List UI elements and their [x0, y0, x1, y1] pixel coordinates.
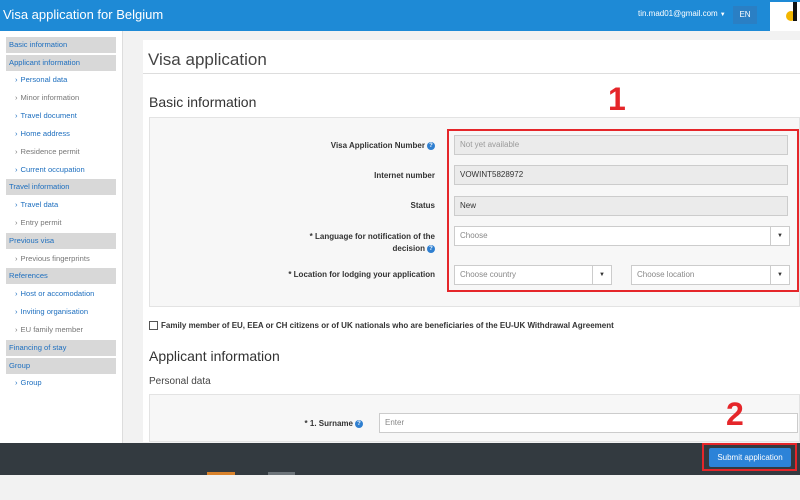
- language-selector[interactable]: EN: [733, 6, 757, 24]
- sidebar-item-personal-data[interactable]: › Personal data: [6, 72, 116, 88]
- sidebar-item-applicant-information[interactable]: Applicant information: [6, 55, 116, 71]
- chevron-right-icon: ›: [15, 129, 18, 138]
- family-member-checkbox-label: Family member of EU, EEA or CH citizens …: [161, 321, 614, 330]
- sidebar-item-travel-document[interactable]: › Travel document: [6, 108, 116, 124]
- chevron-right-icon: ›: [15, 289, 18, 298]
- bottom-action-bar: [0, 443, 800, 475]
- help-icon[interactable]: ?: [427, 141, 435, 150]
- help-icon[interactable]: ?: [355, 419, 363, 428]
- language-notification-label: * Language for notification of the decisi…: [283, 231, 435, 255]
- sidebar-item-label: Residence permit: [20, 147, 80, 156]
- sidebar-item-eu-family-member[interactable]: › EU family member: [6, 322, 116, 338]
- sidebar: Basic information Applicant information …: [0, 31, 123, 443]
- app-title: Visa application for Belgium: [3, 7, 164, 22]
- sidebar-item-label: Travel document: [20, 111, 77, 120]
- sidebar-item-label: Host or accomodation: [20, 289, 95, 298]
- sidebar-item-label: Entry permit: [20, 218, 62, 227]
- chevron-right-icon: ›: [15, 307, 18, 316]
- sidebar-item-host-accomodation[interactable]: › Host or accomodation: [6, 286, 116, 302]
- sidebar-item-label: Personal data: [20, 75, 68, 84]
- sidebar-item-label: Travel information: [9, 182, 70, 191]
- sidebar-item-label: Inviting organisation: [20, 307, 89, 316]
- sidebar-item-minor-information[interactable]: › Minor information: [6, 90, 116, 106]
- user-email: tin.mad01@gmail.com: [638, 9, 718, 18]
- brand-logo: [770, 2, 800, 31]
- sidebar-item-previous-fingerprints[interactable]: › Previous fingerprints: [6, 251, 116, 267]
- language-label-line1: * Language for notification of the: [309, 232, 435, 241]
- sidebar-item-label: Group: [9, 361, 31, 370]
- chevron-right-icon: ›: [15, 111, 18, 120]
- page-title: Visa application: [148, 50, 267, 69]
- sidebar-item-residence-permit[interactable]: › Residence permit: [6, 144, 116, 160]
- sidebar-item-entry-permit[interactable]: › Entry permit: [6, 215, 116, 231]
- sidebar-item-label: Travel data: [20, 200, 59, 209]
- applicant-information-heading: Applicant information: [149, 348, 280, 364]
- location-lodging-label: * Location for lodging your application: [288, 270, 435, 279]
- sidebar-item-label: Current occupation: [20, 165, 85, 174]
- chevron-right-icon: ›: [15, 75, 18, 84]
- sidebar-item-current-occupation[interactable]: › Current occupation: [6, 162, 116, 178]
- sidebar-item-label: EU family member: [20, 325, 83, 334]
- sidebar-item-group-sub[interactable]: › Group: [6, 375, 116, 391]
- help-icon[interactable]: ?: [427, 244, 435, 253]
- sidebar-item-basic-information[interactable]: Basic information: [6, 37, 116, 53]
- chevron-right-icon: ›: [15, 254, 18, 263]
- chevron-right-icon: ›: [15, 165, 18, 174]
- submit-application-button[interactable]: Submit application: [709, 448, 791, 467]
- surname-label-text: * 1. Surname: [304, 419, 353, 428]
- status-label: Status: [410, 201, 435, 210]
- main-content: Visa application Basic information Visa …: [143, 40, 800, 442]
- chevron-right-icon: ›: [15, 93, 18, 102]
- title-divider: [143, 73, 800, 74]
- sidebar-item-travel-data[interactable]: › Travel data: [6, 197, 116, 213]
- sidebar-item-label: Home address: [20, 129, 70, 138]
- personal-data-heading: Personal data: [149, 376, 211, 387]
- sidebar-item-label: References: [9, 271, 48, 280]
- user-menu[interactable]: tin.mad01@gmail.com ▼: [638, 9, 726, 18]
- sidebar-item-inviting-organisation[interactable]: › Inviting organisation: [6, 304, 116, 320]
- sidebar-item-previous-visa[interactable]: Previous visa: [6, 233, 116, 249]
- visa-number-label: Visa Application Number?: [293, 141, 435, 150]
- annotation-number-2: 2: [726, 396, 744, 432]
- page-footer: [0, 475, 800, 500]
- basic-information-heading: Basic information: [149, 94, 257, 110]
- sidebar-item-label: Basic information: [9, 40, 68, 49]
- sidebar-item-group[interactable]: Group: [6, 358, 116, 374]
- visa-number-label-text: Visa Application Number: [330, 141, 425, 150]
- top-bar: Visa application for Belgium tin.mad01@g…: [0, 0, 800, 31]
- sidebar-item-label: Financing of stay: [9, 343, 67, 352]
- language-label-line2-text: decision: [392, 244, 425, 253]
- family-member-checkbox-row[interactable]: Family member of EU, EEA or CH citizens …: [149, 321, 614, 331]
- highlight-box-1: [447, 129, 799, 292]
- sidebar-item-label: Previous visa: [9, 236, 55, 245]
- family-member-checkbox[interactable]: [149, 321, 158, 331]
- sidebar-item-label: Previous fingerprints: [20, 254, 90, 263]
- surname-label: * 1. Surname?: [293, 419, 363, 428]
- sidebar-item-financing-of-stay[interactable]: Financing of stay: [6, 340, 116, 356]
- sidebar-item-label: Applicant information: [9, 58, 80, 67]
- sidebar-item-travel-information[interactable]: Travel information: [6, 179, 116, 195]
- sidebar-item-home-address[interactable]: › Home address: [6, 126, 116, 142]
- chevron-right-icon: ›: [15, 378, 18, 387]
- chevron-right-icon: ›: [15, 147, 18, 156]
- internet-number-label: Internet number: [374, 171, 435, 180]
- chevron-right-icon: ›: [15, 218, 18, 227]
- chevron-right-icon: ›: [15, 325, 18, 334]
- chevron-down-icon: ▼: [719, 12, 726, 18]
- annotation-number-1: 1: [608, 81, 626, 117]
- language-label-line2: decision?: [283, 243, 435, 255]
- sidebar-item-label: Group: [20, 378, 42, 387]
- chevron-right-icon: ›: [15, 200, 18, 209]
- sidebar-item-label: Minor information: [20, 93, 80, 102]
- logo-stem: [793, 2, 797, 21]
- sidebar-item-references[interactable]: References: [6, 268, 116, 284]
